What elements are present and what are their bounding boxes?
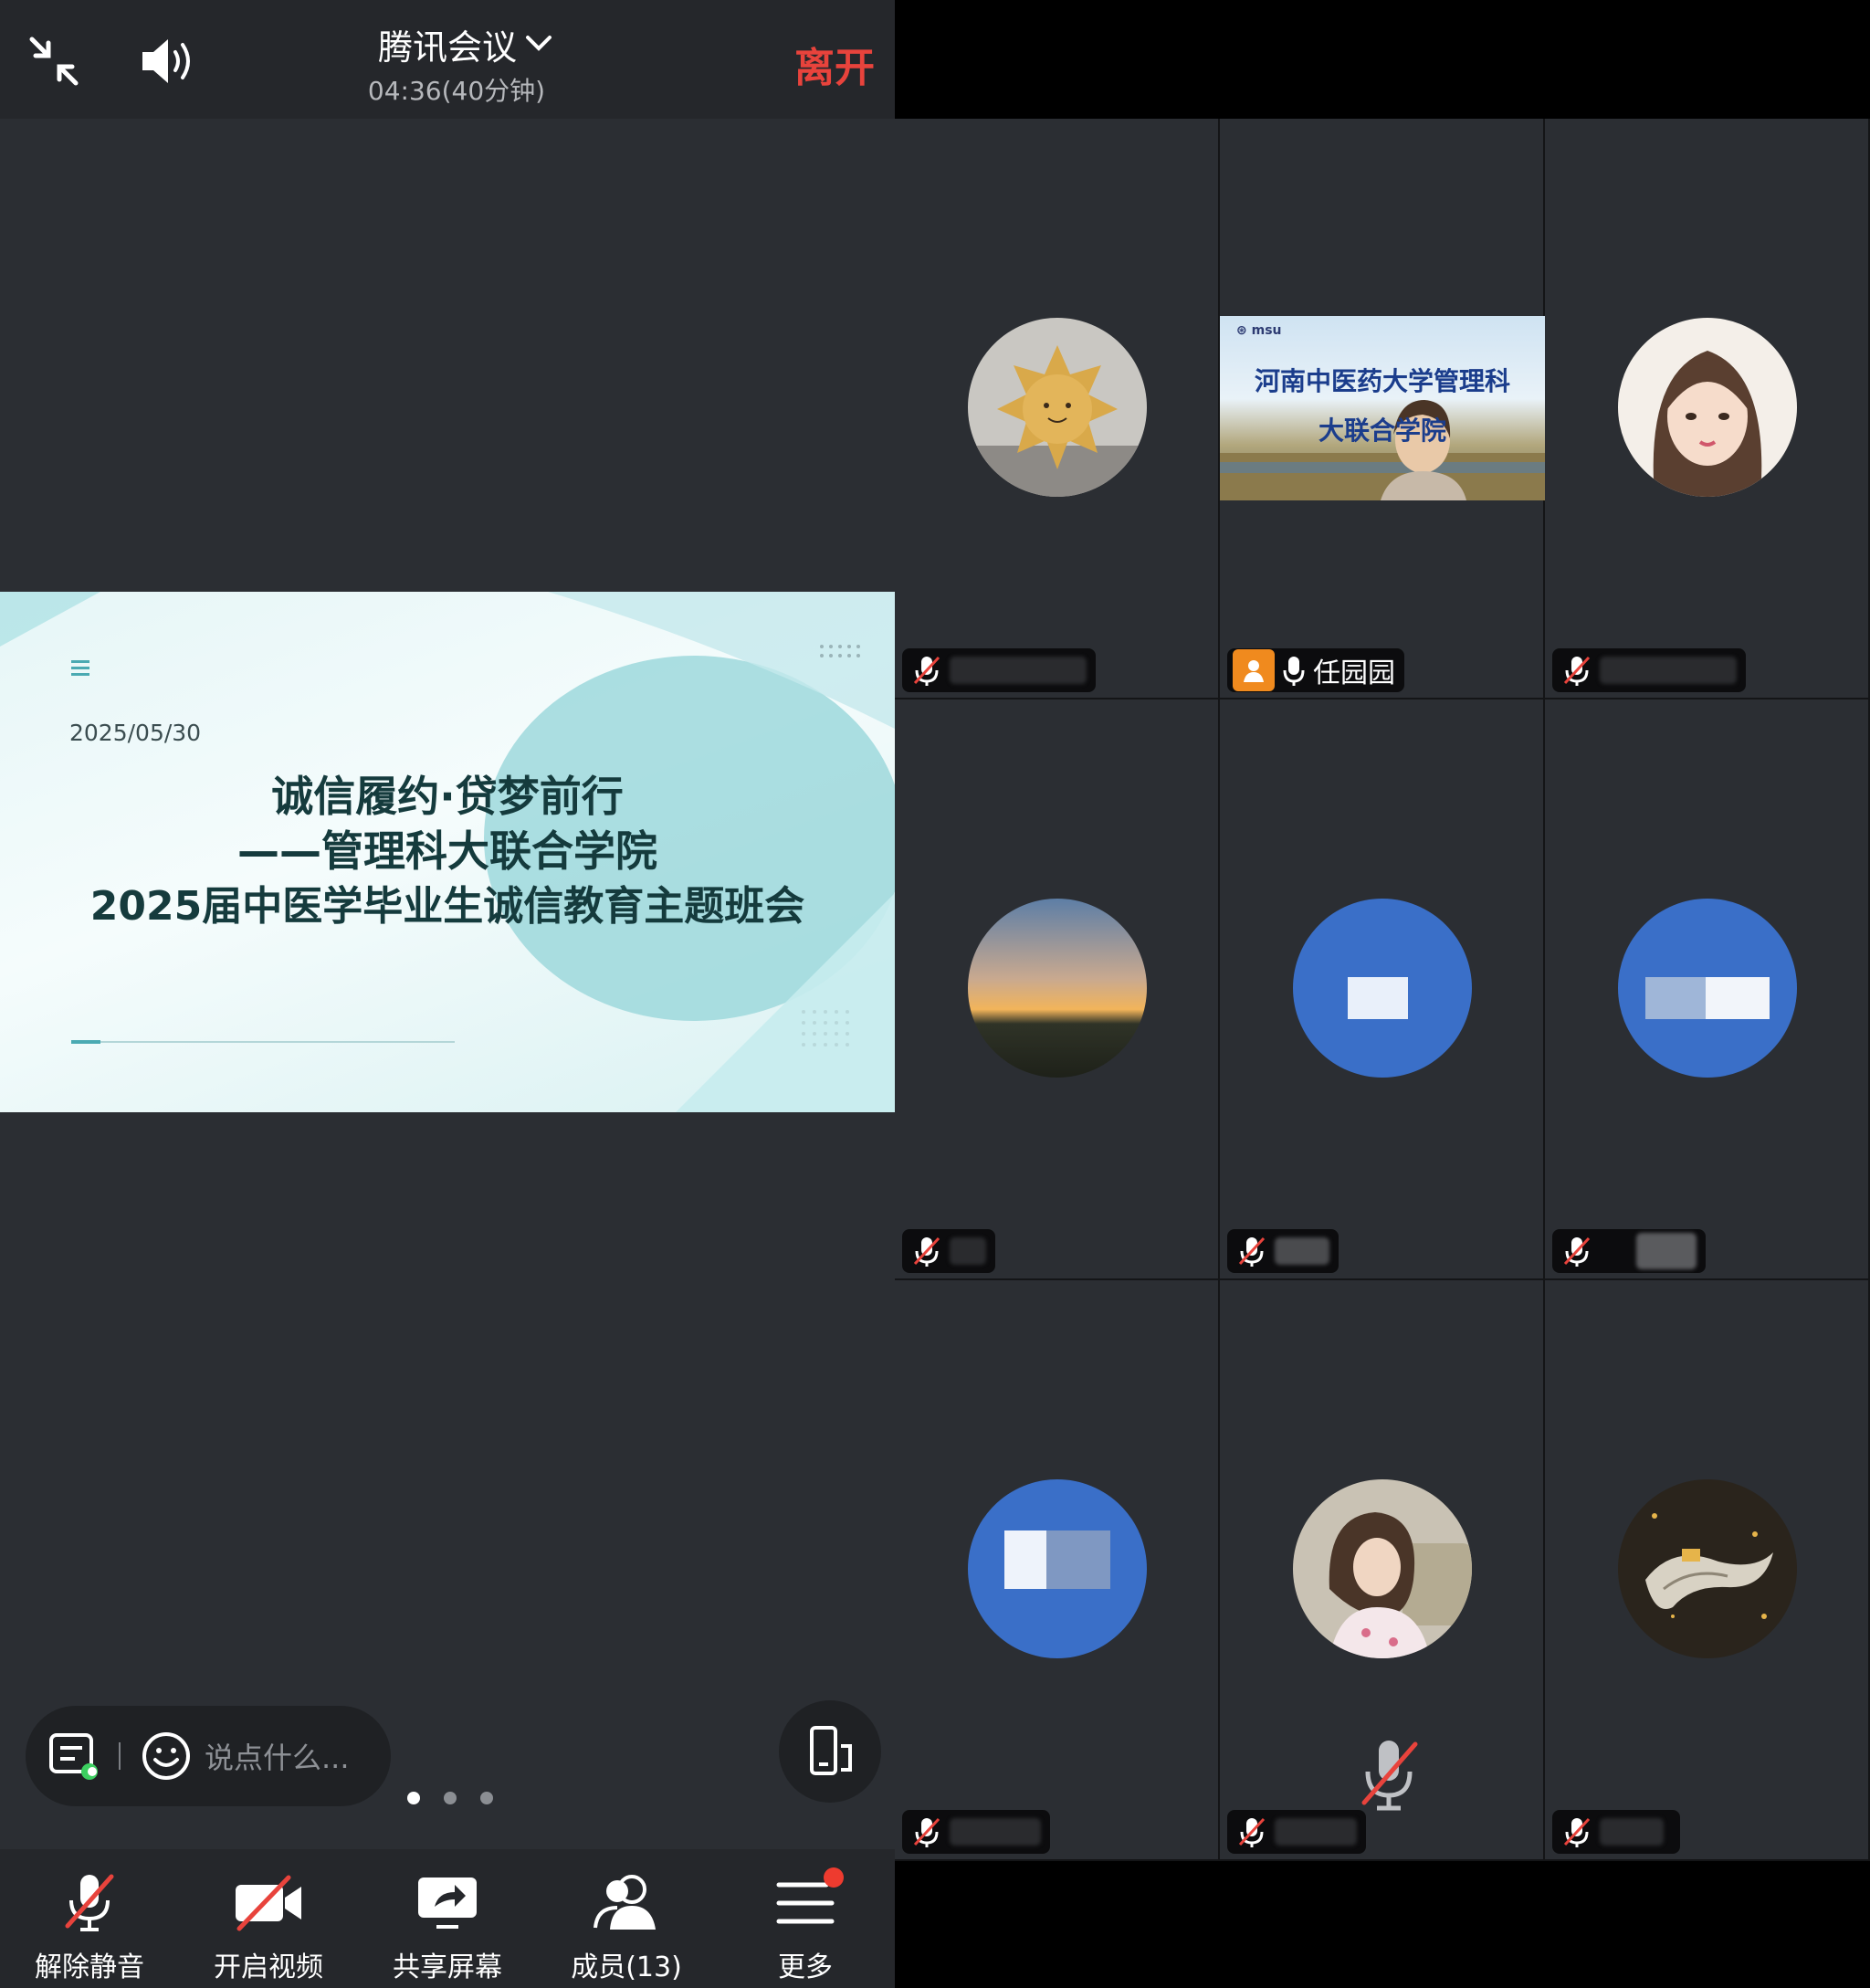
muted-mic-icon	[913, 656, 940, 686]
slide-date: 2025/05/30	[69, 720, 202, 746]
unmute-button[interactable]: 解除静音	[0, 1849, 179, 1988]
participant-name-tag	[1552, 648, 1746, 692]
blurred-name	[1275, 1237, 1329, 1265]
illustrated-girl-avatar	[1618, 318, 1797, 497]
subtitle-icon[interactable]	[47, 1730, 100, 1783]
participant-tile[interactable]	[895, 699, 1220, 1280]
meeting-title-dropdown[interactable]: 腾讯会议	[347, 18, 584, 69]
notification-badge	[824, 1867, 844, 1888]
participant-tile[interactable]	[1545, 699, 1870, 1280]
participant-tile[interactable]	[1220, 699, 1545, 1280]
muted-mic-icon	[1563, 1817, 1591, 1847]
participant-name-tag	[1227, 1229, 1339, 1273]
leave-button[interactable]: 离开	[794, 35, 875, 93]
chat-input-bar[interactable]: 说点什么...	[26, 1706, 391, 1806]
start-video-label: 开启视频	[214, 1951, 323, 1983]
dragon-avatar	[1618, 1479, 1797, 1658]
page-dot[interactable]	[407, 1792, 420, 1804]
blurred-name	[950, 657, 1087, 684]
participant-name-tag: 任园园	[1227, 648, 1404, 692]
main-stage: 腾讯会议 04:36(40分钟) 离开 2025/05/30 诚信履约·贷梦前行…	[0, 0, 895, 1988]
video-scene	[1220, 400, 1545, 500]
blurred-name	[950, 1818, 1041, 1846]
participant-tile[interactable]	[1220, 1280, 1545, 1861]
members-icon	[594, 1875, 656, 1930]
participant-tile[interactable]	[895, 1280, 1220, 1861]
blue-initial-avatar	[968, 1479, 1147, 1658]
participant-tile[interactable]	[1545, 119, 1870, 699]
blurred-name	[1636, 1233, 1697, 1269]
members-button[interactable]: 成员(13)	[537, 1849, 716, 1988]
shared-screen-slide: 2025/05/30 诚信履约·贷梦前行 ——管理科大联合学院 2025届中医学…	[0, 592, 895, 1112]
share-screen-button[interactable]: 共享屏幕	[358, 1849, 537, 1988]
chat-placeholder: 说点什么...	[205, 1741, 350, 1775]
sunset-avatar	[968, 899, 1147, 1078]
page-indicator	[407, 1792, 493, 1804]
muted-mic-icon	[1238, 1817, 1266, 1847]
video-text-line-1: 河南中医药大学管理科	[1254, 366, 1510, 396]
participant-name-tag	[1552, 1810, 1680, 1854]
page-dot[interactable]	[480, 1792, 493, 1804]
university-logo: ⊛ msu	[1236, 323, 1282, 338]
start-video-button[interactable]: 开启视频	[179, 1849, 358, 1988]
more-label: 更多	[778, 1951, 833, 1983]
slide-title-line-2: ——管理科大联合学院	[237, 826, 657, 876]
muted-mic-icon	[1238, 1236, 1266, 1267]
chevron-down-icon	[526, 36, 552, 51]
blurred-name	[950, 1237, 986, 1265]
video-off-icon	[236, 1875, 301, 1931]
blurred-name	[1600, 657, 1737, 684]
host-icon	[1233, 649, 1275, 691]
participant-name-tag	[902, 1229, 995, 1273]
more-button[interactable]: 更多	[716, 1849, 895, 1988]
share-screen-label: 共享屏幕	[393, 1951, 502, 1983]
slide-title-line-3: 2025届中医学毕业生诚信教育主题班会	[89, 883, 805, 930]
portrait-photo-avatar	[1293, 1479, 1472, 1658]
speaking-muted-mic-icon	[1361, 1741, 1418, 1811]
speaker-icon[interactable]	[132, 27, 205, 95]
participant-gallery: ⊛ msu 河南中医药大学管理科 大联合学院 任园园	[895, 0, 1870, 1988]
muted-mic-icon	[913, 1817, 940, 1847]
blue-initial-avatar	[1293, 899, 1472, 1078]
share-screen-icon	[418, 1878, 477, 1929]
muted-mic-icon	[65, 1874, 114, 1931]
rotate-screen-button[interactable]	[779, 1700, 881, 1803]
meeting-elapsed-time: 04:36(40分钟)	[367, 76, 546, 106]
top-bar: 腾讯会议 04:36(40分钟) 离开	[0, 0, 895, 119]
sun-plush-avatar	[968, 318, 1147, 497]
emoji-icon[interactable]	[141, 1730, 192, 1782]
unmute-label: 解除静音	[35, 1951, 144, 1983]
page-dot[interactable]	[444, 1792, 457, 1804]
muted-mic-icon	[1563, 656, 1591, 686]
participant-video: ⊛ msu 河南中医药大学管理科 大联合学院	[1220, 316, 1545, 500]
phone-rotate-icon	[810, 1726, 852, 1775]
participant-name-tag	[902, 648, 1096, 692]
blurred-name	[1600, 1818, 1664, 1846]
participant-tile[interactable]	[895, 119, 1220, 699]
members-label: 成员(13)	[571, 1951, 682, 1983]
participant-name-tag	[1227, 1810, 1366, 1854]
blue-initial-avatar	[1618, 899, 1797, 1078]
participant-name-tag	[902, 1810, 1050, 1854]
divider	[119, 1742, 121, 1770]
muted-mic-icon	[913, 1236, 940, 1267]
video-text-line-2: 大联合学院	[1318, 415, 1446, 446]
bottom-toolbar: 解除静音 开启视频 共享屏幕 成员(13) 更多	[0, 1849, 895, 1988]
slide-title-line-1: 诚信履约·贷梦前行	[271, 772, 624, 821]
muted-mic-icon	[1563, 1236, 1591, 1267]
meeting-title: 腾讯会议	[377, 26, 517, 68]
mic-icon	[1283, 657, 1305, 686]
blurred-name	[1275, 1818, 1357, 1846]
participant-tile-host[interactable]: ⊛ msu 河南中医药大学管理科 大联合学院 任园园	[1220, 119, 1545, 699]
participant-name-tag	[1552, 1229, 1706, 1273]
participant-tile[interactable]	[1545, 1280, 1870, 1861]
minimize-icon[interactable]	[20, 27, 88, 95]
participant-name: 任园园	[1313, 657, 1395, 689]
